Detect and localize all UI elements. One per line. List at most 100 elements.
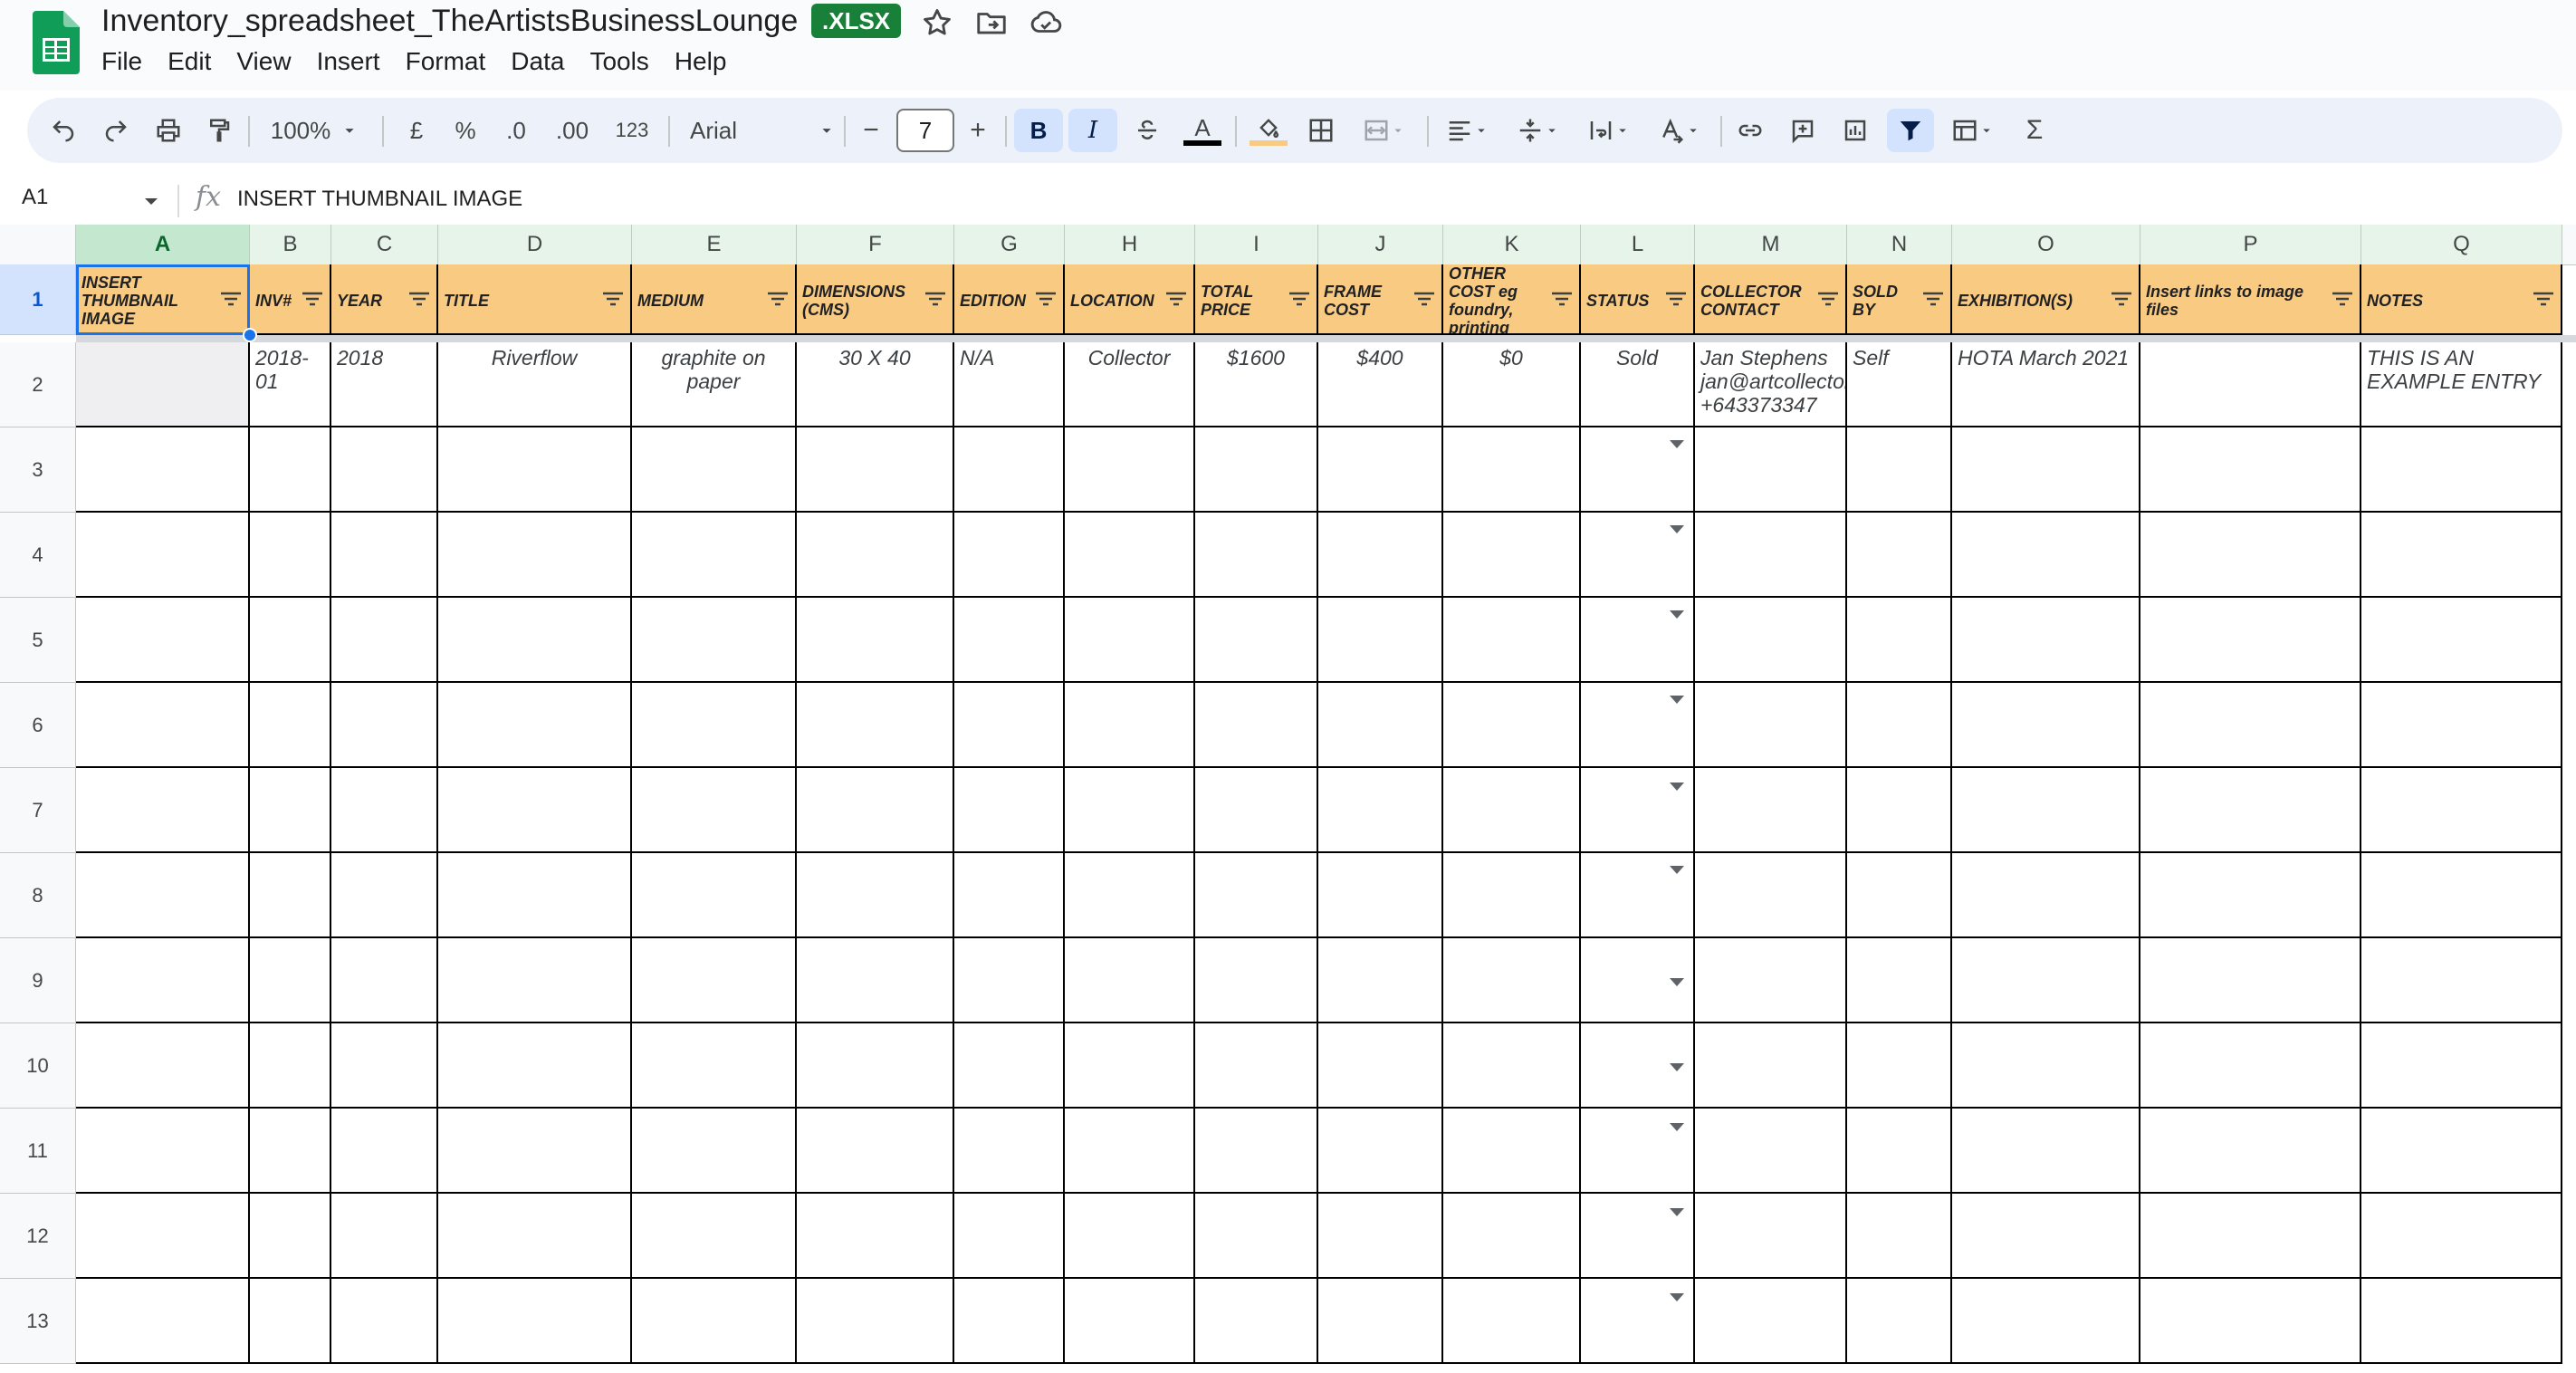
empty-cell[interactable] [954, 1109, 1065, 1194]
empty-cell[interactable] [1195, 853, 1318, 938]
empty-cell[interactable] [797, 513, 954, 598]
zoom-select[interactable]: 100% [261, 109, 369, 152]
empty-cell[interactable] [1952, 598, 2140, 683]
column-filter-icon[interactable] [1288, 290, 1311, 308]
print-button[interactable] [148, 109, 188, 152]
empty-cell[interactable] [632, 1194, 797, 1279]
strikethrough-button[interactable] [1125, 109, 1170, 152]
functions-button[interactable]: Σ [2014, 109, 2055, 152]
empty-cell[interactable] [76, 1023, 250, 1109]
header-cell-q[interactable]: NOTES [2361, 264, 2562, 335]
column-filter-icon[interactable] [1034, 290, 1058, 308]
example-cell-i[interactable]: $1600 [1195, 342, 1318, 427]
empty-cell[interactable] [797, 598, 954, 683]
column-filter-icon[interactable] [2331, 290, 2354, 308]
column-header-p[interactable]: P [2140, 225, 2361, 264]
empty-cell[interactable] [438, 427, 632, 513]
more-formats-button[interactable]: 123 [607, 109, 657, 152]
vertical-align-button[interactable] [1507, 109, 1570, 152]
column-filter-icon[interactable] [1550, 290, 1574, 308]
empty-cell[interactable] [632, 1109, 797, 1194]
menu-insert[interactable]: Insert [317, 43, 393, 80]
empty-cell[interactable] [1581, 1109, 1695, 1194]
empty-cell[interactable] [1065, 513, 1195, 598]
column-header-j[interactable]: J [1318, 225, 1443, 264]
empty-cell[interactable] [1695, 1279, 1847, 1364]
empty-cell[interactable] [438, 513, 632, 598]
example-cell-k[interactable]: $0 [1443, 342, 1581, 427]
empty-cell[interactable] [2361, 683, 2562, 768]
row-header-4[interactable]: 4 [0, 513, 76, 598]
empty-cell[interactable] [954, 1279, 1065, 1364]
column-filter-icon[interactable] [766, 290, 790, 308]
empty-cell[interactable] [1065, 938, 1195, 1023]
empty-cell[interactable] [1695, 938, 1847, 1023]
header-cell-i[interactable]: TOTAL PRICE [1195, 264, 1318, 335]
empty-cell[interactable] [1952, 853, 2140, 938]
insert-comment-button[interactable] [1782, 109, 1824, 152]
column-filter-icon[interactable] [1816, 290, 1840, 308]
example-cell-h[interactable]: Collector [1065, 342, 1195, 427]
empty-cell[interactable] [1195, 1194, 1318, 1279]
empty-cell[interactable] [1695, 1109, 1847, 1194]
empty-cell[interactable] [250, 427, 331, 513]
currency-format-button[interactable]: £ [397, 109, 436, 152]
font-size-input[interactable]: 7 [896, 109, 954, 152]
example-cell-j[interactable]: $400 [1318, 342, 1443, 427]
column-header-a[interactable]: A [76, 225, 250, 264]
empty-cell[interactable] [2140, 683, 2361, 768]
empty-cell[interactable] [2140, 1109, 2361, 1194]
paint-format-button[interactable] [199, 109, 239, 152]
empty-cell[interactable] [331, 853, 438, 938]
empty-cell[interactable] [1581, 427, 1695, 513]
example-cell-f[interactable]: 30 X 40 [797, 342, 954, 427]
empty-cell[interactable] [1695, 1023, 1847, 1109]
empty-cell[interactable] [797, 1109, 954, 1194]
empty-cell[interactable] [1318, 938, 1443, 1023]
empty-cell[interactable] [250, 1279, 331, 1364]
menu-file[interactable]: File [101, 43, 155, 80]
empty-cell[interactable] [250, 938, 331, 1023]
empty-cell[interactable] [1443, 513, 1581, 598]
empty-cell[interactable] [331, 427, 438, 513]
borders-button[interactable] [1300, 109, 1342, 152]
empty-cell[interactable] [954, 513, 1065, 598]
header-cell-c[interactable]: YEAR [331, 264, 438, 335]
cloud-saved-icon[interactable] [1029, 5, 1063, 40]
column-filter-icon[interactable] [601, 290, 625, 308]
empty-cell[interactable] [632, 598, 797, 683]
status-dropdown-arrow-icon[interactable] [1670, 1208, 1684, 1216]
column-header-d[interactable]: D [438, 225, 632, 264]
header-cell-o[interactable]: EXHIBITION(S) [1952, 264, 2140, 335]
menu-format[interactable]: Format [406, 43, 499, 80]
document-title[interactable]: Inventory_spreadsheet_TheArtistsBusiness… [101, 4, 798, 39]
empty-cell[interactable] [2140, 1279, 2361, 1364]
column-filter-icon[interactable] [301, 290, 324, 308]
name-box[interactable]: A1 [22, 185, 48, 210]
empty-cell[interactable] [331, 598, 438, 683]
empty-cell[interactable] [1195, 768, 1318, 853]
horizontal-align-button[interactable] [1436, 109, 1499, 152]
header-cell-b[interactable]: INV# [250, 264, 331, 335]
empty-cell[interactable] [76, 1109, 250, 1194]
empty-cell[interactable] [632, 1279, 797, 1364]
example-cell-p[interactable] [2140, 342, 2361, 427]
column-header-h[interactable]: H [1065, 225, 1195, 264]
fill-color-button[interactable] [1246, 109, 1291, 152]
empty-cell[interactable] [1581, 683, 1695, 768]
empty-cell[interactable] [797, 427, 954, 513]
percent-format-button[interactable]: % [445, 109, 485, 152]
bold-button[interactable]: B [1014, 109, 1063, 152]
empty-cell[interactable] [1695, 768, 1847, 853]
insert-link-button[interactable] [1729, 109, 1771, 152]
empty-cell[interactable] [1847, 938, 1952, 1023]
empty-cell[interactable] [331, 1023, 438, 1109]
empty-cell[interactable] [1195, 598, 1318, 683]
status-dropdown-arrow-icon[interactable] [1670, 866, 1684, 874]
empty-cell[interactable] [331, 938, 438, 1023]
column-header-n[interactable]: N [1847, 225, 1952, 264]
header-cell-p[interactable]: Insert links to image files [2140, 264, 2361, 335]
empty-cell[interactable] [76, 768, 250, 853]
empty-cell[interactable] [797, 1194, 954, 1279]
empty-cell[interactable] [1065, 853, 1195, 938]
